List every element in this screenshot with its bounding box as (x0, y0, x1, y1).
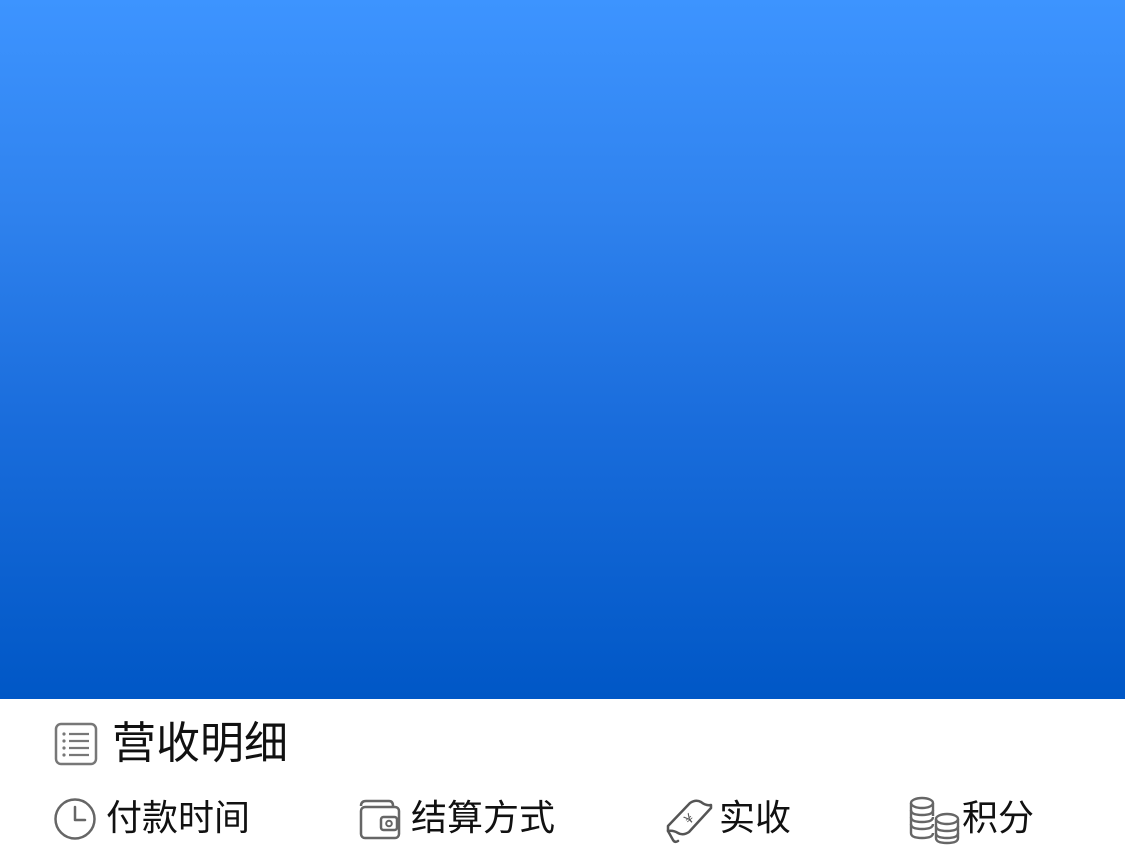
column-header-points: 积分 (908, 794, 1035, 845)
column-header-amount-received: ¥ 实收 (665, 794, 791, 844)
column-label-amount-received: 实收 (719, 798, 792, 839)
wallet-icon (357, 796, 403, 842)
list-icon (52, 720, 100, 768)
clock-icon (52, 796, 98, 842)
page: 营收明细 付款时间 结算方式 ¥ 实收 积分 (0, 0, 1125, 845)
revenue-detail-section: 营收明细 付款时间 结算方式 ¥ 实收 积分 (0, 699, 1125, 845)
column-label-points: 积分 (962, 798, 1035, 839)
blue-gradient-banner (0, 0, 1125, 699)
column-label-settlement-method: 结算方式 (411, 798, 556, 839)
column-label-payment-time: 付款时间 (106, 798, 251, 839)
column-header-settlement-method: 结算方式 (357, 794, 555, 844)
column-header-payment-time: 付款时间 (52, 794, 250, 844)
section-title: 营收明细 (112, 718, 288, 769)
section-header: 营收明细 (52, 719, 288, 769)
coins-icon (908, 796, 960, 845)
banknote-icon: ¥ (665, 796, 713, 844)
